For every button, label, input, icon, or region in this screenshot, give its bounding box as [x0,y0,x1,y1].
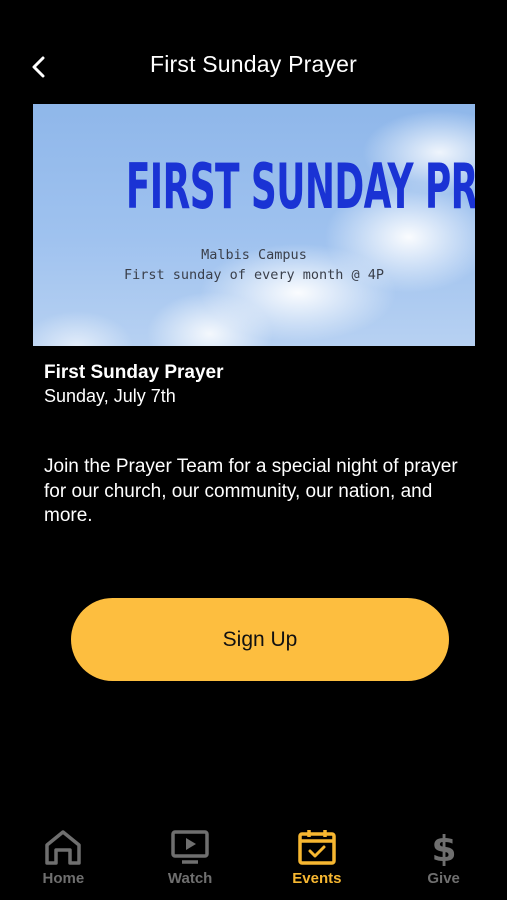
sign-up-button[interactable]: Sign Up [71,598,449,681]
tab-give-label: Give [427,870,460,887]
tab-home[interactable]: Home [13,820,113,900]
play-icon [171,830,209,864]
page-title: First Sunday Prayer [149,51,358,77]
calendar-icon [298,830,336,865]
event-date: Sunday, July 7th [44,386,176,406]
banner-schedule: First sunday of every month @ 4P [123,267,385,283]
home-icon [45,830,82,865]
event-description: Join the Prayer Team for a special night… [44,456,458,526]
event-banner-image: FIRST SUNDAY PRAYER Malbis Campus First … [33,104,475,346]
tab-watch-label: Watch [167,870,213,887]
tab-events[interactable]: Events [267,820,367,900]
tab-home-label: Home [42,870,85,887]
svg-text:$: $ [431,829,456,866]
tab-give[interactable]: $ Give [394,820,494,900]
banner-heading: FIRST SUNDAY PRAYER [125,150,475,223]
tab-events-label: Events [292,870,342,887]
dollar-icon: $ [431,829,456,866]
event-title: First Sunday Prayer [44,362,224,383]
banner-campus: Malbis Campus [201,247,307,263]
header: First Sunday Prayer [0,0,507,104]
tab-watch[interactable]: Watch [140,820,240,900]
tab-bar: Home Watch Events $ Give [0,820,507,900]
